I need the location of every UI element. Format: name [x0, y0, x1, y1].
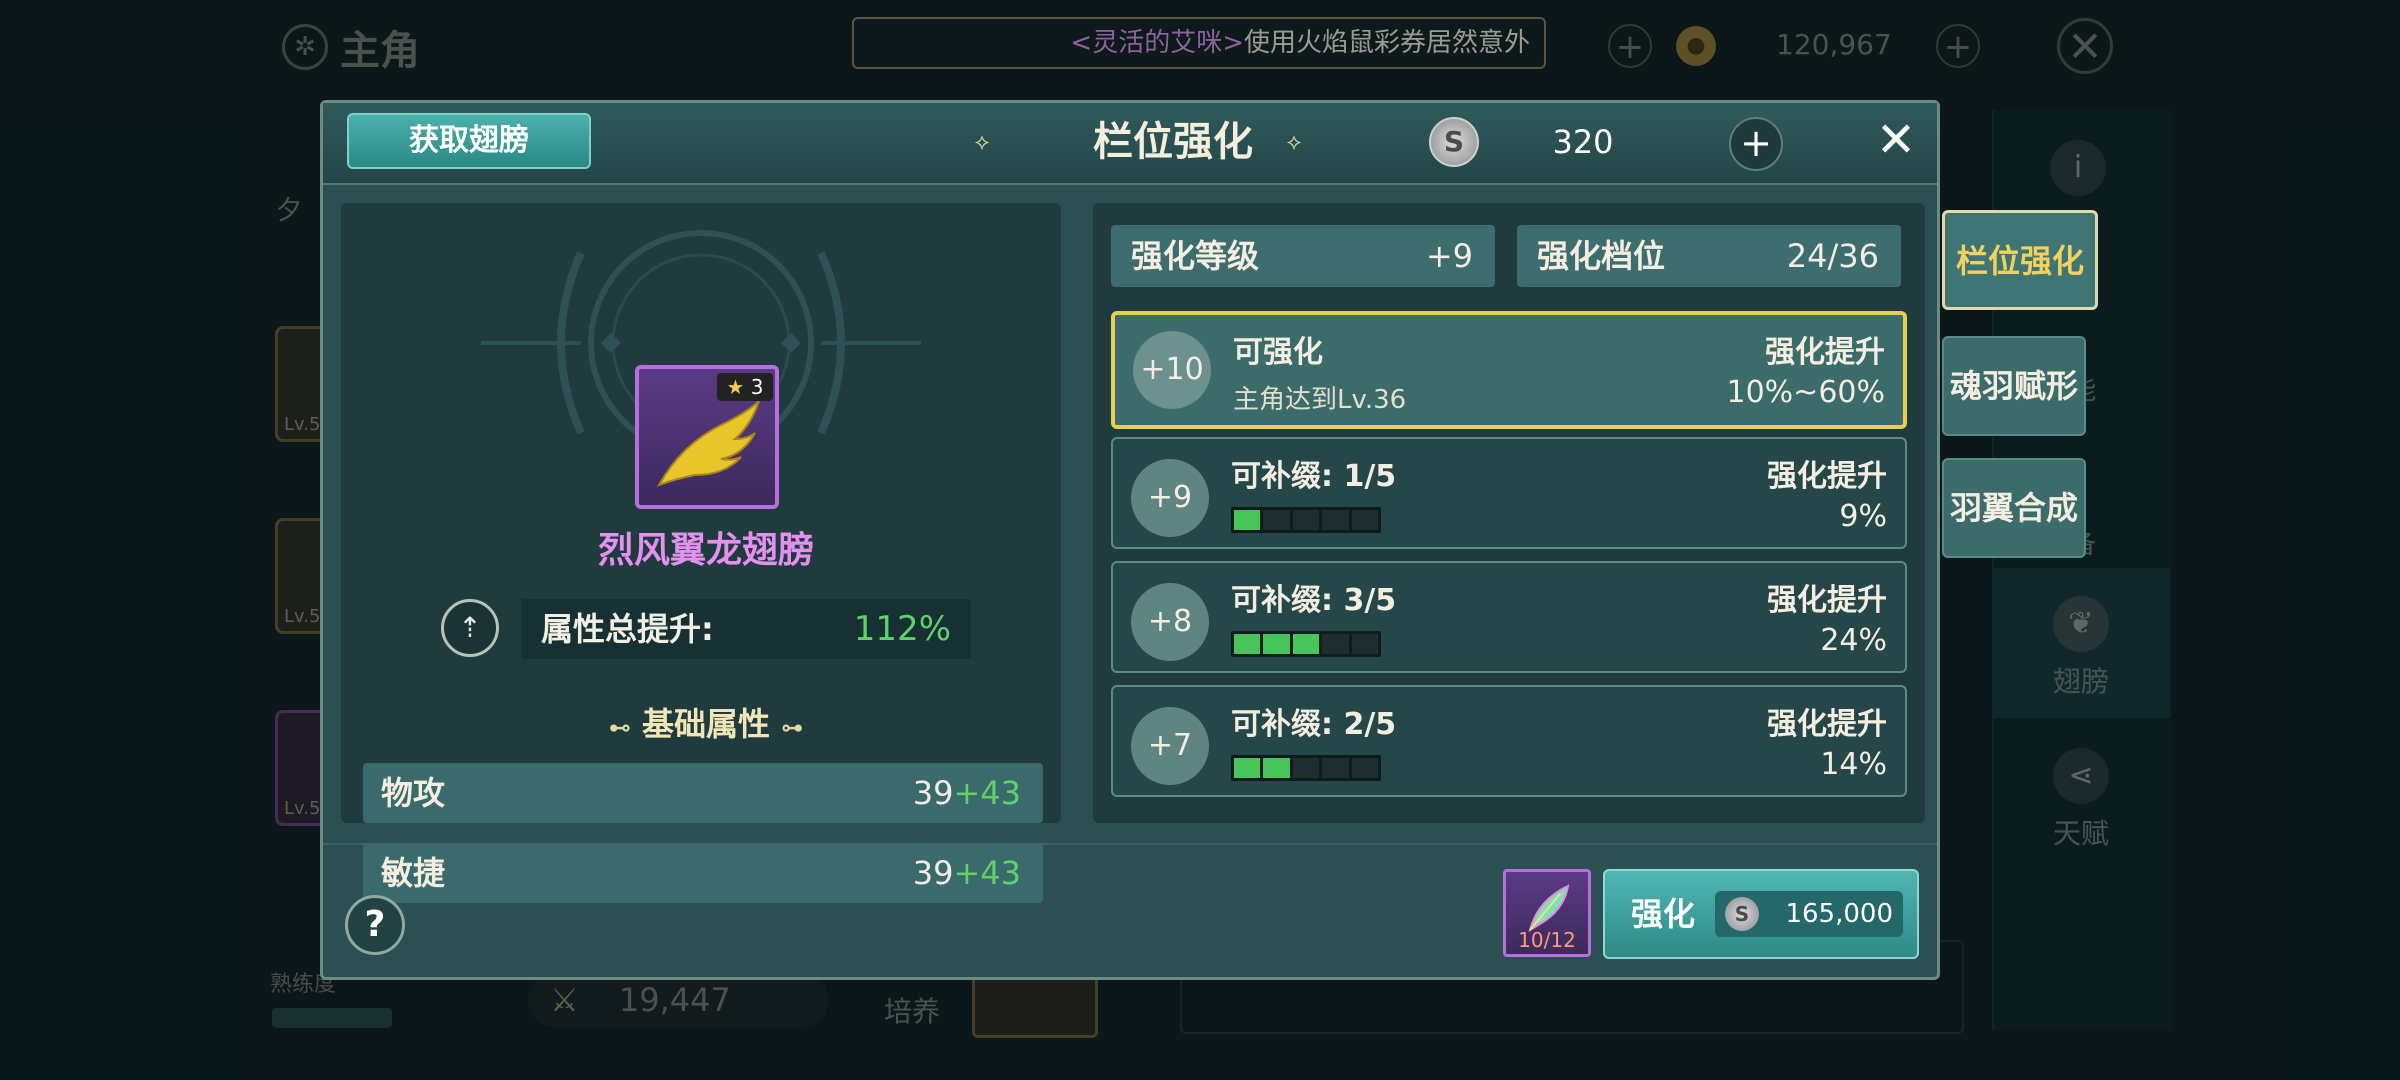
stat-value: 39+43: [913, 763, 1021, 823]
slot-boost-label: 强化提升: [1767, 459, 1887, 494]
stat-bonus: +43: [953, 854, 1021, 892]
enhance-level-value: +9: [1425, 237, 1473, 275]
stat-value: 39+43: [913, 843, 1021, 903]
enhance-slot-row[interactable]: +10 可强化 主角达到Lv.36 强化提升 10%~60%: [1111, 311, 1907, 429]
slot-title: 可补缀: 2/5: [1231, 707, 1397, 742]
slot-progress-bar: [1231, 631, 1381, 657]
slot-enhance-modal: 获取翅膀 ⟡ 栏位强化 ⟡ S 320 + ✕ ★ 3 烈风翼龙翅膀 ⇡ 属性总…: [320, 100, 1940, 980]
slot-requirement: 主角达到Lv.36: [1233, 385, 1407, 415]
stat-name: 敏捷: [381, 854, 446, 892]
base-attributes-title: ⊷ 基础属性 ⊶: [541, 699, 871, 745]
progress-segment: [1322, 634, 1349, 654]
progress-segment: [1292, 510, 1320, 530]
material-count: 10/12: [1518, 928, 1576, 952]
enhance-slot-row[interactable]: +8 可补缀: 3/5 强化提升 24%: [1111, 561, 1907, 673]
slot-title: 可补缀: 3/5: [1231, 583, 1397, 618]
total-attribute-value: 112%: [853, 609, 951, 649]
add-currency-button[interactable]: +: [1729, 117, 1783, 171]
enhance-level-label: 强化等级: [1131, 237, 1260, 275]
item-name: 烈风翼龙翅膀: [597, 530, 814, 571]
title-ornament-right-icon: ⟡: [1286, 130, 1302, 155]
slot-progress-bar: [1231, 755, 1381, 781]
title-ornament-left-icon: ⟡: [974, 130, 990, 155]
enhance-button-label: 强化: [1631, 895, 1696, 933]
silver-coin-icon: S: [1725, 897, 1759, 931]
total-attribute-label: 属性总提升:: [541, 610, 714, 648]
stat-name: 物攻: [381, 774, 446, 812]
slot-boost-value: 9%: [1839, 499, 1887, 534]
enhance-cost-value: 165,000: [1785, 899, 1893, 929]
stat-base: 39: [912, 774, 954, 812]
progress-segment: [1234, 510, 1261, 530]
slot-level: +8: [1131, 583, 1209, 661]
wing-item-slot[interactable]: ★ 3: [635, 365, 779, 509]
ornament-right-icon: ⊶: [781, 716, 804, 741]
progress-segment: [1351, 510, 1379, 530]
slot-boost-value: 10%~60%: [1726, 375, 1886, 410]
progress-segment: [1263, 758, 1290, 778]
slot-boost-label: 强化提升: [1767, 583, 1887, 618]
get-wings-button[interactable]: 获取翅膀: [347, 113, 591, 169]
help-button[interactable]: ?: [345, 895, 405, 955]
slot-title: 可强化: [1233, 335, 1323, 370]
base-attributes-label: 基础属性: [641, 705, 770, 743]
attribute-up-icon: ⇡: [441, 599, 499, 657]
enhance-tier-label: 强化档位: [1537, 237, 1666, 275]
stat-row: 敏捷 39+43: [363, 843, 1043, 903]
star-count: 3: [750, 375, 764, 399]
star-icon: ★: [726, 375, 745, 399]
slot-boost-label: 强化提升: [1765, 335, 1885, 370]
tab-slot-enhance[interactable]: 栏位强化: [1942, 210, 2098, 310]
footer-divider: [323, 843, 1937, 845]
progress-segment: [1351, 758, 1379, 778]
slot-level: +9: [1131, 459, 1209, 537]
enhance-tier-box: 强化档位 24/36: [1517, 225, 1901, 287]
ornament-left-icon: ⊷: [608, 716, 631, 741]
star-badge: ★ 3: [717, 373, 773, 401]
enhance-panel: 强化等级 +9 强化档位 24/36 +10 可强化 主角达到Lv.36 强化提…: [1093, 203, 1925, 823]
enhance-level-box: 强化等级 +9: [1111, 225, 1495, 287]
progress-segment: [1322, 758, 1349, 778]
progress-segment: [1263, 510, 1290, 530]
progress-segment: [1263, 634, 1290, 654]
progress-segment: [1292, 758, 1320, 778]
stat-base: 39: [912, 854, 954, 892]
enhance-button[interactable]: 强化 S 165,000: [1603, 869, 1919, 959]
progress-segment: [1234, 758, 1261, 778]
close-button[interactable]: ✕: [1871, 115, 1921, 165]
stat-bonus: +43: [953, 774, 1021, 812]
progress-segment: [1292, 634, 1320, 654]
stat-row: 物攻 39+43: [363, 763, 1043, 823]
slot-boost-value: 24%: [1820, 623, 1887, 658]
progress-segment: [1351, 634, 1379, 654]
slot-title: 可补缀: 1/5: [1231, 459, 1397, 494]
slot-boost-value: 14%: [1820, 747, 1887, 782]
silver-coin-icon: S: [1429, 117, 1479, 167]
tab-wing-synthesis[interactable]: 羽翼合成: [1942, 458, 2086, 558]
progress-segment: [1234, 634, 1261, 654]
item-panel: ★ 3 烈风翼龙翅膀 ⇡ 属性总提升: 112% ⊷ 基础属性 ⊶ 物攻 39+…: [341, 203, 1061, 903]
tab-soul-feather[interactable]: 魂羽赋形: [1942, 336, 2086, 436]
enhance-slot-row[interactable]: +9 可补缀: 1/5 强化提升 9%: [1111, 437, 1907, 549]
material-item-slot[interactable]: 10/12: [1503, 869, 1591, 957]
total-attribute-box: 属性总提升: 112%: [521, 599, 971, 659]
enhance-tier-value: 24/36: [1786, 237, 1879, 275]
slot-level: +10: [1133, 331, 1211, 409]
slot-progress-bar: [1231, 507, 1381, 533]
currency-value: 320: [1552, 123, 1614, 161]
enhance-slot-row[interactable]: +7 可补缀: 2/5 强化提升 14%: [1111, 685, 1907, 797]
progress-segment: [1322, 510, 1349, 530]
golden-wing-icon: [656, 400, 760, 487]
slot-boost-label: 强化提升: [1767, 707, 1887, 742]
enhance-cost: S 165,000: [1715, 891, 1903, 937]
slot-level: +7: [1131, 707, 1209, 785]
